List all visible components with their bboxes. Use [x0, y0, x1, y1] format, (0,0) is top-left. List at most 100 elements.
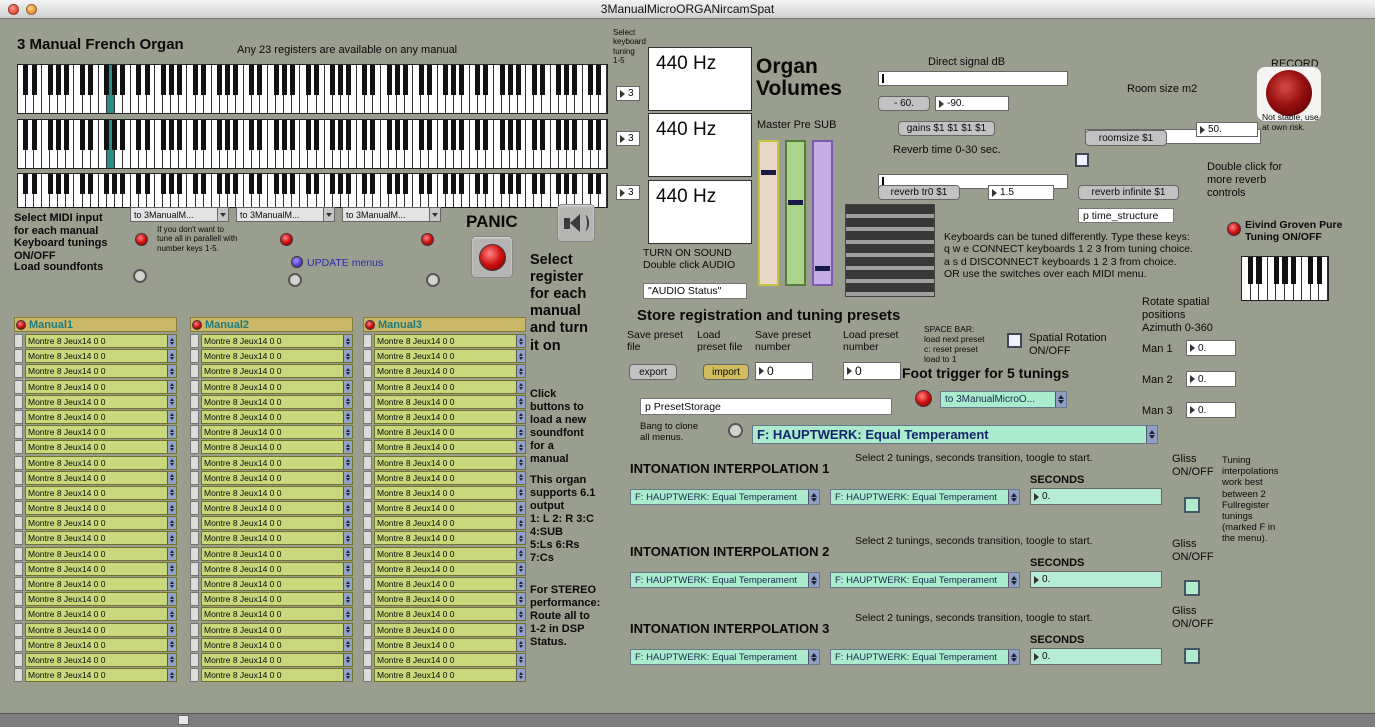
soundfont-bang-2[interactable]	[288, 273, 302, 287]
stepper-icon[interactable]	[167, 365, 176, 377]
stepper-icon[interactable]	[808, 490, 819, 504]
black-key[interactable]	[233, 174, 238, 194]
register-menu[interactable]: Montre 8 Jeux14 0 0	[201, 440, 353, 454]
black-key[interactable]	[306, 120, 311, 150]
black-key[interactable]	[177, 120, 182, 150]
stepper-icon[interactable]	[167, 624, 176, 636]
register-mini-toggle[interactable]	[190, 607, 199, 621]
gliss-checkbox-3[interactable]	[1184, 648, 1200, 664]
black-key[interactable]	[330, 120, 335, 150]
register-menu[interactable]: Montre 8 Jeux14 0 0	[25, 577, 177, 591]
stepper-icon[interactable]	[516, 411, 525, 423]
stepper-icon[interactable]	[1008, 650, 1019, 664]
black-key[interactable]	[596, 174, 601, 194]
stepper-icon[interactable]	[808, 573, 819, 587]
soundfont-bang-3[interactable]	[426, 273, 440, 287]
stepper-icon[interactable]	[343, 441, 352, 453]
register-mini-toggle[interactable]	[190, 592, 199, 606]
register-mini-toggle[interactable]	[363, 425, 372, 439]
register-menu[interactable]: Montre 8 Jeux14 0 0	[25, 501, 177, 515]
register-menu[interactable]: Montre 8 Jeux14 0 0	[25, 471, 177, 485]
slider-knob[interactable]	[761, 170, 776, 175]
register-mini-toggle[interactable]	[190, 380, 199, 394]
black-key[interactable]	[32, 174, 37, 194]
register-mini-toggle[interactable]	[190, 501, 199, 515]
black-key[interactable]	[274, 120, 279, 150]
reverb-infinite-checkbox[interactable]	[1075, 153, 1089, 167]
register-mini-toggle[interactable]	[363, 486, 372, 500]
groven-toggle[interactable]	[1227, 222, 1241, 236]
register-mini-toggle[interactable]	[14, 395, 23, 409]
black-key[interactable]	[516, 120, 521, 150]
register-mini-toggle[interactable]	[190, 471, 199, 485]
black-key[interactable]	[346, 120, 351, 150]
black-key[interactable]	[475, 174, 480, 194]
register-mini-toggle[interactable]	[363, 668, 372, 682]
black-key[interactable]	[516, 174, 521, 194]
black-key[interactable]	[282, 120, 287, 150]
stepper-icon[interactable]	[516, 639, 525, 651]
register-menu[interactable]: Montre 8 Jeux14 0 0	[374, 486, 526, 500]
register-mini-toggle[interactable]	[190, 395, 199, 409]
black-key[interactable]	[403, 65, 408, 95]
slider-knob[interactable]	[788, 200, 803, 205]
tuning-toggle-3[interactable]	[421, 233, 434, 246]
black-key[interactable]	[120, 120, 125, 150]
import-button[interactable]: import	[703, 364, 749, 380]
black-key[interactable]	[136, 174, 141, 194]
black-key[interactable]	[500, 174, 505, 194]
black-key[interactable]	[338, 120, 343, 150]
register-mini-toggle[interactable]	[14, 668, 23, 682]
roomsize-button[interactable]: roomsize $1	[1085, 130, 1167, 146]
register-mini-toggle[interactable]	[14, 653, 23, 667]
black-key[interactable]	[395, 174, 400, 194]
master-tuning-menu[interactable]: F: HAUPTWERK: Equal Temperament	[752, 425, 1158, 444]
stepper-icon[interactable]	[343, 487, 352, 499]
register-mini-toggle[interactable]	[14, 425, 23, 439]
black-key[interactable]	[427, 174, 432, 194]
register-menu[interactable]: Montre 8 Jeux14 0 0	[25, 607, 177, 621]
register-menu[interactable]: Montre 8 Jeux14 0 0	[374, 349, 526, 363]
stepper-icon[interactable]	[167, 532, 176, 544]
black-key[interactable]	[56, 174, 61, 194]
black-key[interactable]	[145, 174, 150, 194]
direct-signal-slider[interactable]	[878, 71, 1068, 86]
chevron-down-icon[interactable]	[429, 208, 440, 221]
stepper-icon[interactable]	[343, 381, 352, 393]
stepper-icon[interactable]	[516, 563, 525, 575]
tuning-numbox-3[interactable]: 3	[616, 185, 640, 200]
black-key[interactable]	[451, 65, 456, 95]
register-menu[interactable]: Montre 8 Jeux14 0 0	[25, 653, 177, 667]
stepper-icon[interactable]	[516, 396, 525, 408]
black-key[interactable]	[112, 65, 117, 95]
register-menu[interactable]: Montre 8 Jeux14 0 0	[201, 547, 353, 561]
black-key[interactable]	[362, 120, 367, 150]
record-button[interactable]	[1266, 70, 1312, 116]
register-menu[interactable]: Montre 8 Jeux14 0 0	[374, 607, 526, 621]
stepper-icon[interactable]	[808, 650, 819, 664]
register-mini-toggle[interactable]	[14, 410, 23, 424]
register-mini-toggle[interactable]	[14, 607, 23, 621]
stepper-icon[interactable]	[516, 426, 525, 438]
stepper-icon[interactable]	[167, 578, 176, 590]
black-key[interactable]	[588, 174, 593, 194]
register-menu[interactable]: Montre 8 Jeux14 0 0	[374, 380, 526, 394]
register-mini-toggle[interactable]	[190, 456, 199, 470]
stepper-icon[interactable]	[516, 548, 525, 560]
interp-tuning-menu-a[interactable]: F: HAUPTWERK: Equal Temperament	[630, 572, 820, 588]
black-key[interactable]	[346, 174, 351, 194]
black-key[interactable]	[338, 65, 343, 95]
black-key[interactable]	[80, 65, 85, 95]
stepper-icon[interactable]	[167, 381, 176, 393]
stepper-icon[interactable]	[516, 517, 525, 529]
register-menu[interactable]: Montre 8 Jeux14 0 0	[201, 380, 353, 394]
register-mini-toggle[interactable]	[190, 531, 199, 545]
black-key[interactable]	[177, 174, 182, 194]
black-key[interactable]	[419, 174, 424, 194]
audio-status-button[interactable]: "AUDIO Status"	[643, 283, 747, 299]
register-mini-toggle[interactable]	[14, 456, 23, 470]
tuning-numbox-1[interactable]: 3	[616, 86, 640, 101]
register-mini-toggle[interactable]	[363, 440, 372, 454]
register-mini-toggle[interactable]	[14, 334, 23, 348]
keyboard-2[interactable]	[17, 119, 608, 169]
